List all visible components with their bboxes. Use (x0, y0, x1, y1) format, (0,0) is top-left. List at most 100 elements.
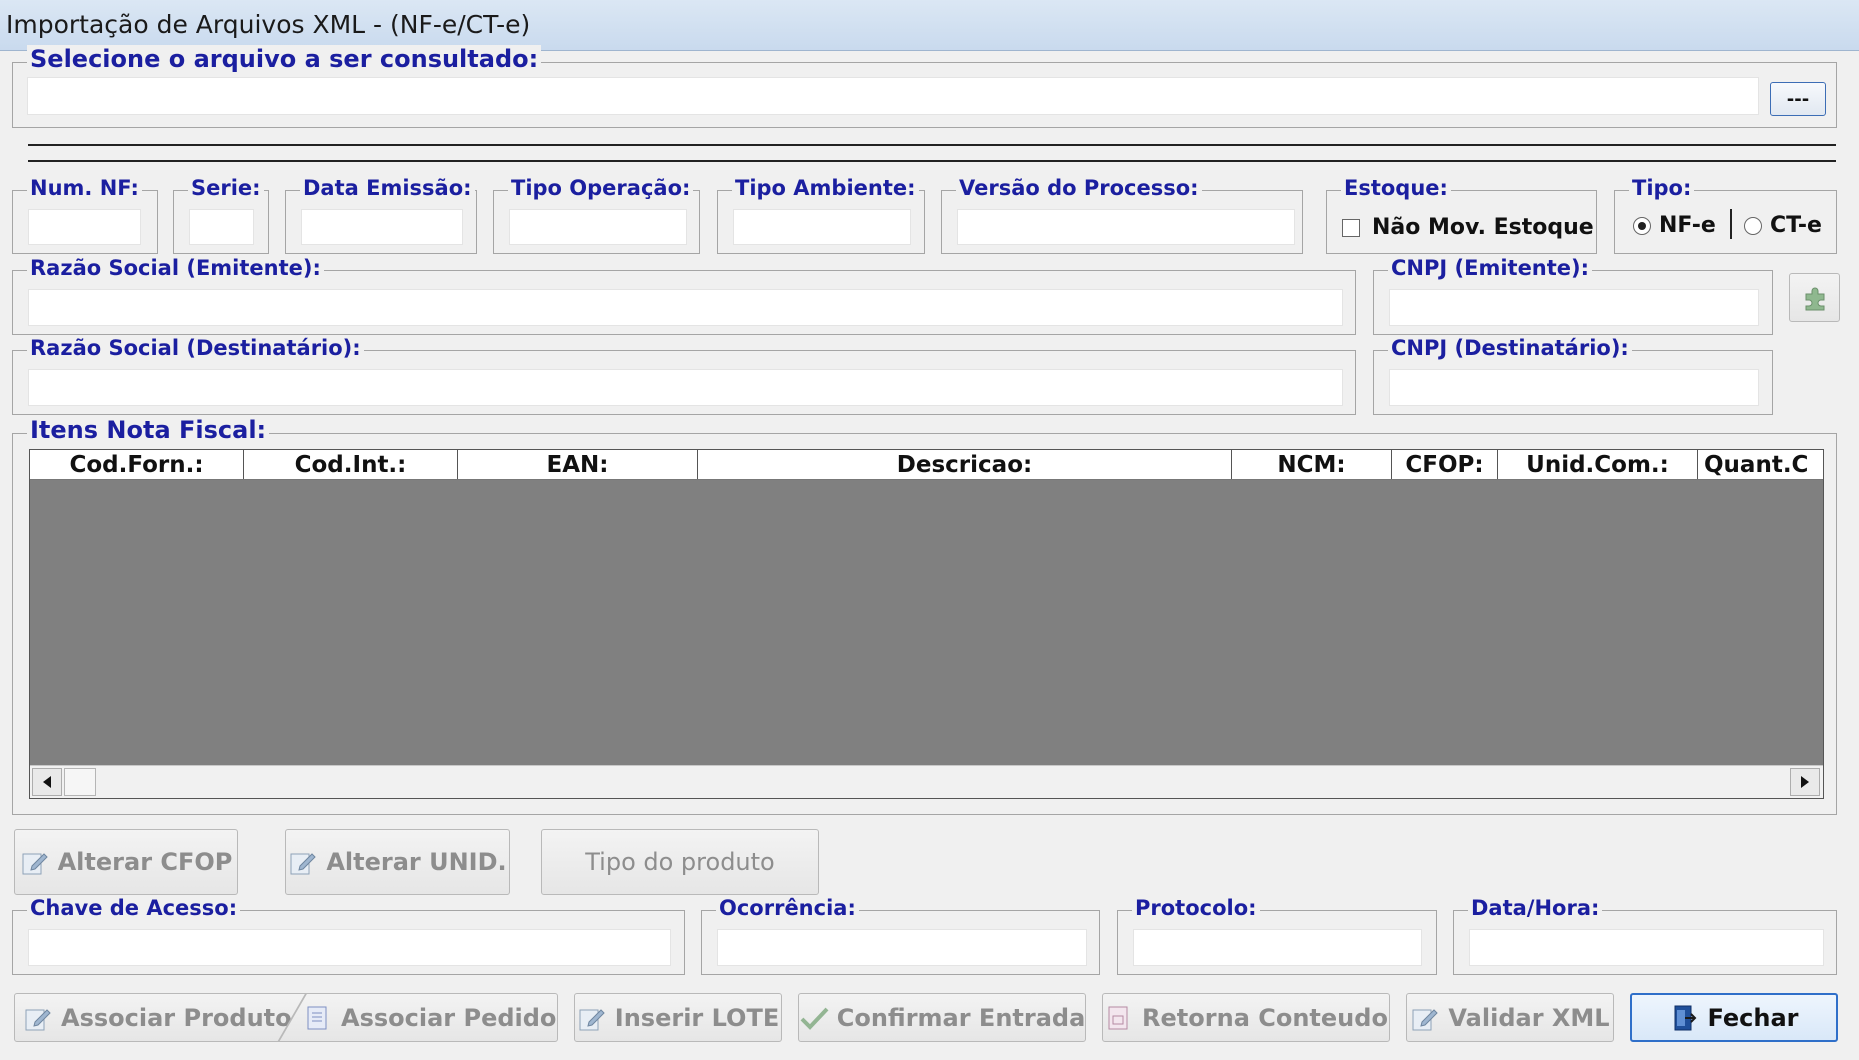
tipo-label: Tipo: (1629, 176, 1695, 200)
separator-line-top (28, 144, 1836, 146)
num-nf-label: Num. NF: (27, 176, 142, 200)
separator-line-bottom (28, 160, 1836, 162)
protocolo-group: Protocolo: (1117, 896, 1437, 975)
num-nf-field[interactable] (28, 209, 141, 245)
retorna-conteudo-button[interactable]: Retorna Conteudo (1102, 993, 1390, 1042)
file-select-group: Selecione o arquivo a ser consultado: --… (12, 45, 1837, 128)
confirmar-entrada-button[interactable]: Confirmar Entrada (798, 993, 1086, 1042)
tipo-group: Tipo: NF-e CT-e (1614, 176, 1837, 254)
alterar-cfop-button[interactable]: Alterar CFOP (14, 829, 238, 895)
edit-icon (20, 848, 50, 876)
associar-pedido-button[interactable]: Associar Pedido (303, 1004, 556, 1032)
serie-group: Serie: (173, 176, 269, 254)
confirmar-entrada-label: Confirmar Entrada (836, 1003, 1086, 1032)
column-header[interactable]: EAN: (458, 450, 698, 479)
tipo-radio-nfe[interactable]: NF-e (1633, 213, 1716, 238)
tipo-ambiente-group: Tipo Ambiente: (717, 176, 925, 254)
column-header[interactable]: Cod.Int.: (244, 450, 458, 479)
inserir-lote-label: Inserir LOTE (614, 1003, 780, 1032)
items-grid[interactable]: Cod.Forn.: Cod.Int.: EAN: Descricao: NCM… (29, 449, 1824, 799)
column-header[interactable]: Cod.Forn.: (30, 450, 244, 479)
inserir-lote-button[interactable]: Inserir LOTE (574, 993, 782, 1042)
associar-produto-label: Associar Produto (61, 1003, 292, 1032)
serie-label: Serie: (188, 176, 264, 200)
num-nf-group: Num. NF: (12, 176, 158, 254)
razao-destinatario-field[interactable] (28, 369, 1343, 406)
associar-produto-button[interactable]: Associar Produto (23, 1004, 292, 1032)
associar-buttons-group: Associar Produto Associar Pedido (14, 993, 558, 1042)
cnpj-emitente-group: CNPJ (Emitente): (1373, 256, 1773, 335)
file-path-input[interactable] (27, 77, 1759, 115)
ocorrencia-label: Ocorrência: (716, 896, 859, 920)
file-select-label: Selecione o arquivo a ser consultado: (27, 45, 542, 73)
exit-door-icon (1669, 1004, 1699, 1032)
razao-destinatario-group: Razão Social (Destinatário): (12, 336, 1356, 415)
data-hora-label: Data/Hora: (1468, 896, 1603, 920)
browse-button[interactable]: --- (1770, 82, 1826, 116)
checkmark-icon (799, 1004, 829, 1032)
horizontal-scrollbar[interactable] (30, 765, 1823, 798)
data-emissao-label: Data Emissão: (300, 176, 475, 200)
chave-acesso-group: Chave de Acesso: (12, 896, 685, 975)
estoque-group: Estoque: Não Mov. Estoque (1326, 176, 1597, 254)
tipo-radio-cte[interactable]: CT-e (1744, 213, 1822, 238)
cnpj-destinatario-label: CNPJ (Destinatário): (1388, 336, 1632, 360)
tipo-operacao-label: Tipo Operação: (508, 176, 694, 200)
serie-field[interactable] (189, 209, 254, 245)
puzzle-icon-button[interactable] (1789, 273, 1840, 322)
column-header[interactable]: NCM: (1232, 450, 1392, 479)
tipo-operacao-field[interactable] (509, 209, 687, 245)
razao-emitente-group: Razão Social (Emitente): (12, 256, 1356, 335)
scroll-thumb[interactable] (64, 768, 96, 796)
calendar-document-icon (1104, 1004, 1134, 1032)
column-header[interactable]: Quant.C (1698, 450, 1823, 479)
tipo-ambiente-field[interactable] (733, 209, 911, 245)
nao-mov-estoque-checkbox[interactable] (1342, 218, 1360, 237)
cte-radio-label: CT-e (1770, 213, 1822, 238)
data-emissao-field[interactable] (301, 209, 463, 245)
data-hora-field[interactable] (1469, 929, 1824, 966)
column-header[interactable]: Descricao: (698, 450, 1232, 479)
cnpj-emitente-label: CNPJ (Emitente): (1388, 256, 1593, 280)
associar-pedido-label: Associar Pedido (341, 1003, 557, 1032)
scroll-left-button[interactable] (32, 768, 62, 796)
window-titlebar: Importação de Arquivos XML - (NF-e/CT-e) (0, 0, 1859, 51)
cnpj-destinatario-field[interactable] (1389, 369, 1759, 406)
column-header[interactable]: Unid.Com.: (1498, 450, 1698, 479)
window-title: Importação de Arquivos XML - (NF-e/CT-e) (6, 10, 531, 39)
ocorrencia-group: Ocorrência: (701, 896, 1100, 975)
itens-nota-fiscal-label: Itens Nota Fiscal: (27, 416, 270, 444)
protocolo-field[interactable] (1133, 929, 1422, 966)
tipo-operacao-group: Tipo Operação: (493, 176, 700, 254)
nfe-radio-button[interactable] (1633, 216, 1651, 235)
versao-processo-field[interactable] (957, 209, 1295, 245)
edit-icon (23, 1004, 53, 1032)
tipo-divider (1730, 209, 1732, 239)
items-grid-header: Cod.Forn.: Cod.Int.: EAN: Descricao: NCM… (30, 450, 1823, 480)
itens-nota-fiscal-group: Itens Nota Fiscal: Cod.Forn.: Cod.Int.: … (12, 416, 1837, 815)
validar-xml-label: Validar XML (1448, 1003, 1610, 1032)
cte-radio-button[interactable] (1744, 216, 1762, 235)
chave-acesso-field[interactable] (28, 929, 671, 966)
data-hora-group: Data/Hora: (1453, 896, 1837, 975)
edit-icon (1410, 1004, 1440, 1032)
column-header[interactable]: CFOP: (1392, 450, 1498, 479)
estoque-label: Estoque: (1341, 176, 1451, 200)
razao-emitente-label: Razão Social (Emitente): (27, 256, 324, 280)
arrow-right-icon (1801, 776, 1809, 788)
edit-icon (288, 848, 318, 876)
alterar-unid-button[interactable]: Alterar UNID. (285, 829, 510, 895)
ocorrencia-field[interactable] (717, 929, 1087, 966)
retorna-conteudo-label: Retorna Conteudo (1142, 1003, 1388, 1032)
validar-xml-button[interactable]: Validar XML (1406, 993, 1614, 1042)
scroll-right-button[interactable] (1790, 768, 1820, 796)
data-emissao-group: Data Emissão: (285, 176, 477, 254)
tipo-produto-button[interactable]: Tipo do produto (541, 829, 819, 895)
razao-destinatario-label: Razão Social (Destinatário): (27, 336, 364, 360)
razao-emitente-field[interactable] (28, 289, 1343, 326)
nao-mov-estoque-option[interactable]: Não Mov. Estoque (1342, 215, 1594, 240)
cnpj-destinatario-group: CNPJ (Destinatário): (1373, 336, 1773, 415)
cnpj-emitente-field[interactable] (1389, 289, 1759, 326)
arrow-left-icon (43, 776, 51, 788)
fechar-button[interactable]: Fechar (1630, 993, 1838, 1042)
